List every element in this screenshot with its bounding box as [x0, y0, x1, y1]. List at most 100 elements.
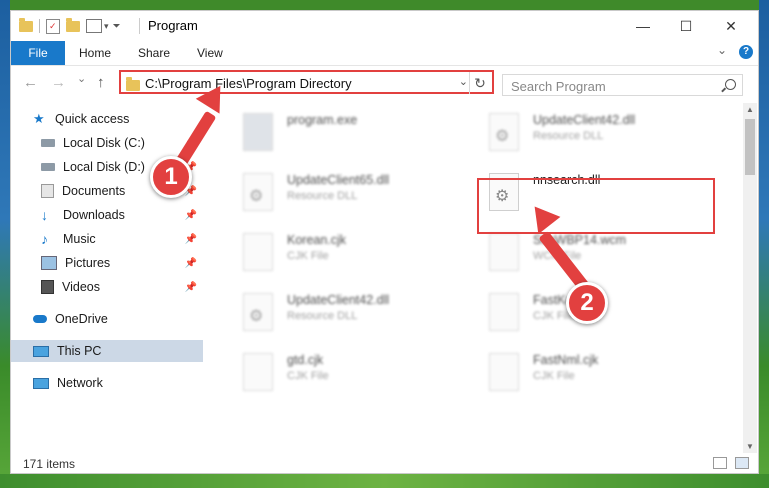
customize-toolbar-icon[interactable]: ⏷: [113, 21, 121, 32]
dll-icon: [243, 293, 273, 331]
sidebar-item-label: Videos: [62, 280, 100, 294]
sidebar-item-pictures[interactable]: Pictures 📌: [11, 252, 203, 274]
sidebar-item-local-disk-c[interactable]: Local Disk (C:) 📌: [11, 132, 203, 154]
status-bar: 171 items: [11, 453, 758, 473]
close-button[interactable]: ✕: [711, 11, 751, 41]
sidebar-item-quick-access[interactable]: ★ Quick access: [11, 108, 203, 130]
search-box[interactable]: [502, 74, 743, 96]
scroll-thumb[interactable]: [745, 119, 755, 175]
search-icon[interactable]: [725, 79, 736, 90]
sidebar-item-this-pc[interactable]: This PC: [11, 340, 203, 362]
properties-icon[interactable]: ✓: [46, 18, 60, 34]
sidebar-item-network[interactable]: Network: [11, 372, 203, 394]
pin-icon[interactable]: 📌: [185, 234, 197, 245]
address-path[interactable]: C:\Program Files\Program Directory: [145, 76, 352, 91]
file-type: CJK File: [287, 370, 329, 382]
ribbon-collapse-icon[interactable]: ⌄: [717, 43, 727, 57]
sidebar-item-label: Network: [57, 376, 103, 390]
step-badge-2: 2: [566, 282, 608, 324]
file-type: Resource DLL: [287, 190, 358, 202]
sidebar-item-downloads[interactable]: ↓ Downloads 📌: [11, 204, 203, 226]
sidebar-item-onedrive[interactable]: OneDrive: [11, 308, 203, 330]
refresh-button[interactable]: ↻: [469, 72, 490, 94]
scroll-up-icon[interactable]: ▲: [746, 105, 754, 114]
new-folder-icon[interactable]: [66, 17, 80, 32]
file-name: gtd.cjk: [287, 353, 324, 367]
list-item[interactable]: gtd.cjk CJK File: [243, 351, 473, 395]
vertical-scrollbar[interactable]: ▲ ▼: [743, 103, 757, 453]
exe-icon: [243, 113, 273, 151]
music-icon: ♪: [41, 231, 48, 247]
title-bar: ✓ ▾ ⏷ Program — ☐ ✕: [11, 11, 758, 41]
divider: [39, 19, 40, 33]
star-icon: ★: [33, 111, 45, 126]
computer-icon: [33, 345, 49, 357]
folder-icon: [126, 77, 140, 91]
help-icon[interactable]: ?: [739, 45, 753, 59]
tab-home[interactable]: Home: [79, 46, 111, 60]
highlight-box: [477, 178, 715, 234]
sidebar-item-music[interactable]: ♪ Music 📌: [11, 228, 203, 250]
list-item[interactable]: SimWBP14.wcm WCM File: [489, 231, 719, 275]
up-arrow-icon[interactable]: ↑: [97, 74, 105, 91]
tab-view[interactable]: View: [197, 46, 223, 60]
file-icon: [489, 293, 519, 331]
file-icon: [243, 353, 273, 391]
recent-locations-icon[interactable]: ⌄: [77, 72, 86, 85]
pin-icon[interactable]: 📌: [185, 210, 197, 221]
desktop-background-right: [759, 0, 769, 488]
pictures-icon: [41, 256, 57, 270]
view-options-icon[interactable]: [86, 19, 102, 33]
chevron-down-icon[interactable]: ▾: [104, 21, 109, 32]
tab-file[interactable]: File: [11, 41, 65, 65]
file-name: UpdateClient42.dll: [287, 293, 390, 307]
list-item[interactable]: UpdateClient42.dll Resource DLL: [489, 111, 719, 155]
quick-access-toolbar: ✓ ▾ ⏷: [19, 17, 121, 35]
desktop-background-bottom: [0, 474, 769, 488]
list-item[interactable]: UpdateClient65.dll Resource DLL: [243, 171, 473, 215]
address-bar[interactable]: C:\Program Files\Program Directory ⌄: [119, 70, 494, 94]
sidebar-item-label: Local Disk (D:): [63, 160, 145, 174]
step-badge-1: 1: [150, 156, 192, 198]
refresh-icon: ↻: [474, 74, 486, 91]
file-type: CJK File: [533, 370, 575, 382]
file-name: UpdateClient65.dll: [287, 173, 390, 187]
list-item[interactable]: FastNml.cjk CJK File: [489, 351, 719, 395]
sidebar-item-label: OneDrive: [55, 312, 108, 326]
address-dropdown-icon[interactable]: ⌄: [459, 75, 468, 88]
item-count: 171 items: [23, 457, 76, 471]
large-icons-view-icon[interactable]: [735, 457, 749, 469]
maximize-button[interactable]: ☐: [666, 11, 706, 41]
tab-share[interactable]: Share: [138, 46, 170, 60]
ribbon-tabs: File Home Share View ⌄ ?: [11, 41, 758, 66]
details-view-icon[interactable]: [713, 457, 727, 469]
list-item[interactable]: Korean.cjk CJK File: [243, 231, 473, 275]
sidebar-item-label: Music: [63, 232, 96, 246]
file-icon: [243, 233, 273, 271]
file-name: UpdateClient42.dll: [533, 113, 636, 127]
file-icon: [489, 233, 519, 271]
dll-icon: [243, 173, 273, 211]
back-arrow-icon[interactable]: ←: [23, 74, 38, 91]
documents-icon: [41, 184, 54, 198]
sidebar-item-label: Local Disk (C:): [63, 136, 145, 150]
pin-icon[interactable]: 📌: [185, 282, 197, 293]
file-name: Korean.cjk: [287, 233, 347, 247]
file-type: Resource DLL: [533, 130, 604, 142]
scroll-down-icon[interactable]: ▼: [746, 442, 754, 451]
list-item[interactable]: program.exe: [243, 111, 473, 155]
folder-icon: [19, 17, 33, 32]
navigation-bar: ← → ⌄ ↑ C:\Program Files\Program Directo…: [11, 66, 758, 98]
network-icon: [33, 377, 49, 389]
sidebar-item-label: This PC: [57, 344, 102, 358]
pin-icon[interactable]: 📌: [185, 258, 197, 269]
forward-arrow-icon[interactable]: →: [51, 74, 66, 91]
dll-icon: [489, 113, 519, 151]
minimize-button[interactable]: —: [623, 11, 663, 41]
sidebar-item-label: Pictures: [65, 256, 111, 270]
explorer-window: ✓ ▾ ⏷ Program — ☐ ✕ File Home Share View…: [10, 10, 759, 474]
list-item[interactable]: UpdateClient42.dll Resource DLL: [243, 291, 473, 335]
sidebar-item-videos[interactable]: Videos 📌: [11, 276, 203, 298]
search-input[interactable]: [509, 77, 713, 95]
file-name: FastNml.cjk: [533, 353, 599, 367]
